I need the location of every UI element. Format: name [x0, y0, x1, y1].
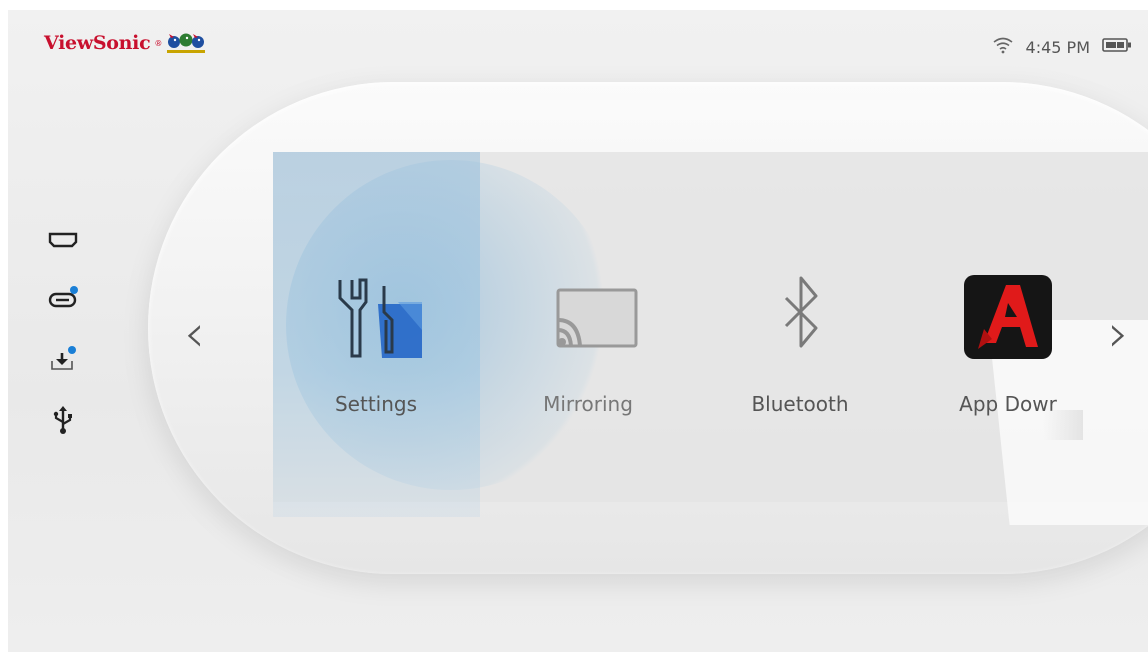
usb-c-icon[interactable] — [48, 286, 78, 314]
app-tile-settings[interactable]: Settings — [286, 272, 466, 416]
cast-icon — [538, 272, 638, 362]
clock: 4:45 PM — [1025, 37, 1090, 57]
app-label: Settings — [334, 392, 418, 416]
bluetooth-icon — [750, 272, 850, 362]
download-icon[interactable] — [48, 346, 78, 374]
chevron-right-icon[interactable]: › — [1108, 308, 1129, 360]
new-indicator-dot — [70, 286, 78, 294]
hdmi-icon[interactable] — [48, 226, 78, 254]
app-label: Bluetooth — [751, 392, 849, 416]
brand-name: ViewSonic — [44, 32, 151, 54]
app-tile-mirroring[interactable]: Mirroring — [498, 272, 678, 416]
usb-icon[interactable] — [48, 406, 78, 434]
app-tile-app-download[interactable]: App Dowr — [918, 272, 1098, 416]
birds-logo-icon — [167, 33, 206, 53]
app-tile-bluetooth[interactable]: Bluetooth — [710, 272, 890, 416]
new-indicator-dot — [68, 346, 76, 354]
label-fade — [1043, 410, 1083, 440]
wifi-icon — [992, 36, 1014, 58]
app-label: Mirroring — [543, 392, 633, 416]
chevron-left-icon[interactable]: ‹ — [184, 308, 205, 360]
app-store-icon — [958, 272, 1058, 362]
input-source-sidebar — [48, 226, 78, 434]
status-bar: 4:45 PM — [992, 36, 1132, 58]
viewsonic-logo: ViewSonic ® — [44, 32, 206, 54]
settings-icon — [326, 272, 426, 362]
projector-home-screen: ViewSonic ® 4:45 PM ‹ › Settings Mirrori… — [8, 10, 1148, 652]
brand-reg: ® — [154, 38, 163, 48]
battery-icon — [1102, 37, 1132, 57]
